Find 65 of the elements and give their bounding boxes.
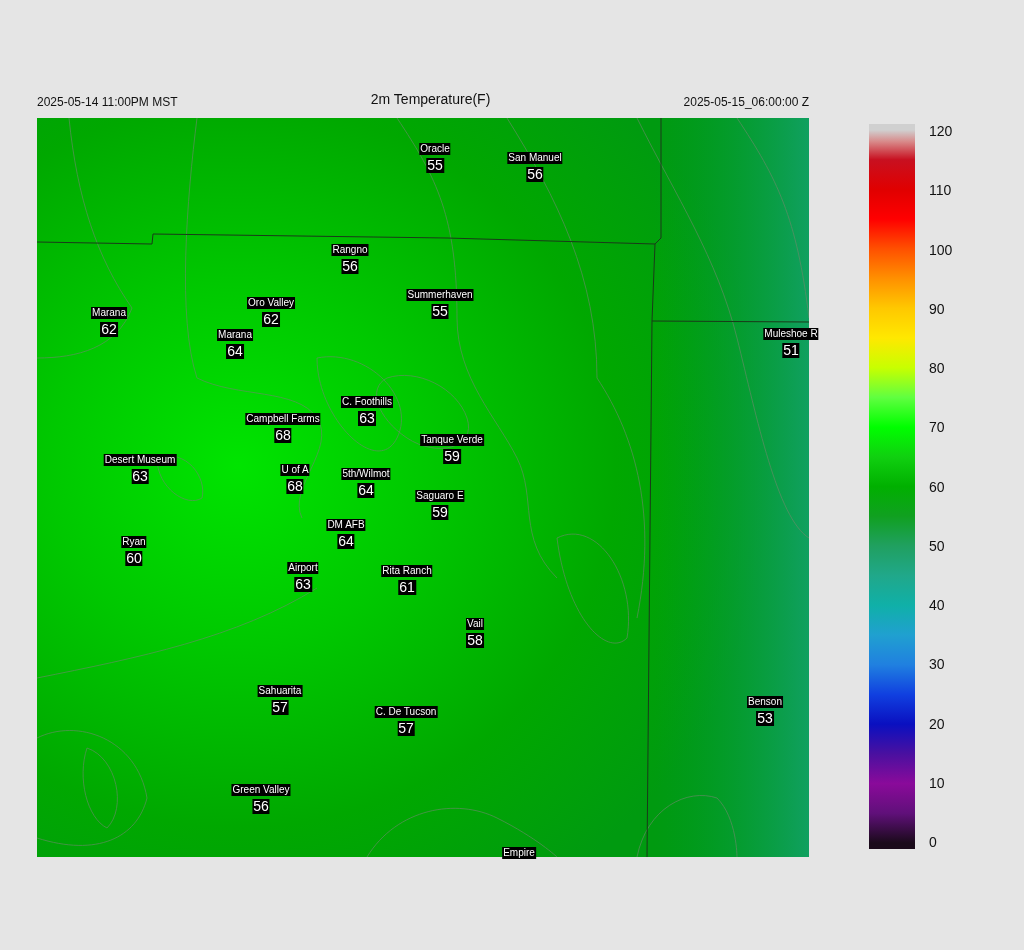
station-temperature: 56 [341,259,359,274]
station-temperature: 51 [782,343,800,358]
station-name: Oracle [419,143,451,155]
station-name: Sahuarita [257,685,303,697]
station-name: Rangno [331,244,369,256]
scale-label: 70 [929,420,946,435]
station-name: Marana [91,307,127,319]
station-name: C. Foothills [341,396,393,408]
station-temperature: 63 [294,577,312,592]
station-temperature: 63 [358,411,376,426]
station-name: Marana [217,329,253,341]
scale-label: 30 [929,657,946,672]
station-temperature: 56 [252,799,270,814]
station-temperature: 62 [262,312,280,327]
station-name: Desert Museum [103,454,177,466]
scale-label: 80 [929,361,946,375]
station-temperature: 59 [443,449,461,464]
chart-title: 2m Temperature(F) [370,91,491,109]
station-temperature: 68 [274,428,292,443]
station-name: Saguaro E [415,490,465,502]
station-name: Oro Valley [247,297,295,309]
station-name: U of A [280,464,310,476]
station-name: Tanque Verde [420,434,484,446]
station-temperature: 57 [271,700,289,715]
station-temperature: 64 [357,483,375,498]
scale-label: 20 [929,716,946,731]
scale-label: 110 [929,183,953,198]
station-temperature: 56 [526,167,544,182]
station-temperature: 61 [398,580,416,595]
station-temperature: 58 [466,633,484,648]
station-name: C. De Tucson [374,706,438,718]
station-temperature: 59 [431,505,449,520]
utc-time: 2025-05-15_06:00:00 Z [683,95,809,111]
station-name: Campbell Farms [245,413,321,425]
station-temperature: 62 [100,322,118,337]
station-temperature: 60 [125,551,143,566]
scale-label: 100 [929,242,953,257]
station-temperature: 53 [756,711,774,726]
scale-label: 60 [929,479,946,494]
station-temperature: 55 [426,158,444,173]
scale-label: 10 [929,775,946,790]
station-name: Rita Ranch [381,565,433,577]
station-temperature: 63 [131,469,149,484]
station-temperature: 55 [431,304,449,319]
station-name: Muleshoe R [763,328,819,340]
station-name: Green Valley [231,784,291,796]
scale-label: 40 [929,598,946,612]
local-time: 2025-05-14 11:00PM MST [37,95,178,111]
scale-label: 0 [929,835,938,849]
scale-label: 90 [929,301,946,316]
station-temperature: 68 [286,479,304,494]
station-name: Airport [287,562,319,574]
scale-label: 120 [929,124,953,138]
station-name: Benson [747,696,783,708]
station-temperature: 64 [226,344,244,359]
station-name: Ryan [121,536,147,548]
station-name: DM AFB [326,519,366,531]
station-name: San Manuel [507,152,563,164]
station-name: Empire [502,847,536,859]
station-name: Vail [466,618,484,630]
station-temperature: 64 [337,534,355,549]
station-temperature: 57 [397,721,415,736]
scale-label: 50 [929,538,946,553]
station-name: Summerhaven [406,289,474,301]
station-name: 5th/Wilmot [341,468,391,480]
